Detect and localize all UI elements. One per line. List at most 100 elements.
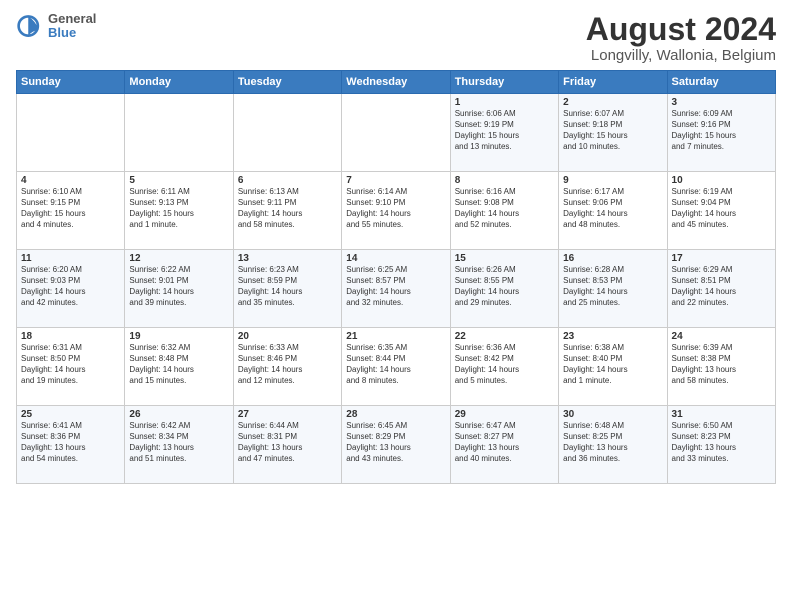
calendar-cell: 15Sunrise: 6:26 AM Sunset: 8:55 PM Dayli…: [450, 250, 558, 328]
day-info: Sunrise: 6:07 AM Sunset: 9:18 PM Dayligh…: [563, 109, 662, 152]
logo-line1: General: [48, 12, 96, 26]
header-day-monday: Monday: [125, 71, 233, 94]
calendar-cell: 28Sunrise: 6:45 AM Sunset: 8:29 PM Dayli…: [342, 406, 450, 484]
calendar-cell: 20Sunrise: 6:33 AM Sunset: 8:46 PM Dayli…: [233, 328, 341, 406]
calendar-cell: 30Sunrise: 6:48 AM Sunset: 8:25 PM Dayli…: [559, 406, 667, 484]
day-info: Sunrise: 6:06 AM Sunset: 9:19 PM Dayligh…: [455, 109, 554, 152]
header-day-saturday: Saturday: [667, 71, 775, 94]
day-info: Sunrise: 6:13 AM Sunset: 9:11 PM Dayligh…: [238, 187, 337, 230]
day-info: Sunrise: 6:11 AM Sunset: 9:13 PM Dayligh…: [129, 187, 228, 230]
calendar-body: 1Sunrise: 6:06 AM Sunset: 9:19 PM Daylig…: [17, 94, 776, 484]
calendar-title: August 2024: [586, 12, 776, 47]
day-number: 26: [129, 409, 228, 420]
day-info: Sunrise: 6:10 AM Sunset: 9:15 PM Dayligh…: [21, 187, 120, 230]
week-row-2: 4Sunrise: 6:10 AM Sunset: 9:15 PM Daylig…: [17, 172, 776, 250]
day-info: Sunrise: 6:36 AM Sunset: 8:42 PM Dayligh…: [455, 343, 554, 386]
calendar-cell: [17, 94, 125, 172]
day-info: Sunrise: 6:41 AM Sunset: 8:36 PM Dayligh…: [21, 421, 120, 464]
day-info: Sunrise: 6:23 AM Sunset: 8:59 PM Dayligh…: [238, 265, 337, 308]
day-number: 30: [563, 409, 662, 420]
day-number: 1: [455, 97, 554, 108]
title-block: August 2024 Longvilly, Wallonia, Belgium: [586, 12, 776, 64]
week-row-3: 11Sunrise: 6:20 AM Sunset: 9:03 PM Dayli…: [17, 250, 776, 328]
day-number: 11: [21, 253, 120, 264]
day-info: Sunrise: 6:50 AM Sunset: 8:23 PM Dayligh…: [672, 421, 771, 464]
calendar-cell: 17Sunrise: 6:29 AM Sunset: 8:51 PM Dayli…: [667, 250, 775, 328]
calendar-cell: 9Sunrise: 6:17 AM Sunset: 9:06 PM Daylig…: [559, 172, 667, 250]
calendar-cell: 21Sunrise: 6:35 AM Sunset: 8:44 PM Dayli…: [342, 328, 450, 406]
day-info: Sunrise: 6:31 AM Sunset: 8:50 PM Dayligh…: [21, 343, 120, 386]
day-info: Sunrise: 6:33 AM Sunset: 8:46 PM Dayligh…: [238, 343, 337, 386]
day-info: Sunrise: 6:38 AM Sunset: 8:40 PM Dayligh…: [563, 343, 662, 386]
calendar-cell: 7Sunrise: 6:14 AM Sunset: 9:10 PM Daylig…: [342, 172, 450, 250]
day-info: Sunrise: 6:44 AM Sunset: 8:31 PM Dayligh…: [238, 421, 337, 464]
calendar-cell: 12Sunrise: 6:22 AM Sunset: 9:01 PM Dayli…: [125, 250, 233, 328]
week-row-1: 1Sunrise: 6:06 AM Sunset: 9:19 PM Daylig…: [17, 94, 776, 172]
day-info: Sunrise: 6:28 AM Sunset: 8:53 PM Dayligh…: [563, 265, 662, 308]
calendar-cell: 16Sunrise: 6:28 AM Sunset: 8:53 PM Dayli…: [559, 250, 667, 328]
header-day-sunday: Sunday: [17, 71, 125, 94]
day-number: 5: [129, 175, 228, 186]
day-info: Sunrise: 6:09 AM Sunset: 9:16 PM Dayligh…: [672, 109, 771, 152]
day-number: 25: [21, 409, 120, 420]
week-row-4: 18Sunrise: 6:31 AM Sunset: 8:50 PM Dayli…: [17, 328, 776, 406]
day-number: 15: [455, 253, 554, 264]
day-info: Sunrise: 6:39 AM Sunset: 8:38 PM Dayligh…: [672, 343, 771, 386]
day-info: Sunrise: 6:47 AM Sunset: 8:27 PM Dayligh…: [455, 421, 554, 464]
day-info: Sunrise: 6:32 AM Sunset: 8:48 PM Dayligh…: [129, 343, 228, 386]
day-info: Sunrise: 6:29 AM Sunset: 8:51 PM Dayligh…: [672, 265, 771, 308]
calendar-cell: 18Sunrise: 6:31 AM Sunset: 8:50 PM Dayli…: [17, 328, 125, 406]
calendar-thead: SundayMondayTuesdayWednesdayThursdayFrid…: [17, 71, 776, 94]
calendar-cell: 13Sunrise: 6:23 AM Sunset: 8:59 PM Dayli…: [233, 250, 341, 328]
calendar-cell: 5Sunrise: 6:11 AM Sunset: 9:13 PM Daylig…: [125, 172, 233, 250]
page-container: General Blue August 2024 Longvilly, Wall…: [0, 0, 792, 492]
day-info: Sunrise: 6:16 AM Sunset: 9:08 PM Dayligh…: [455, 187, 554, 230]
day-number: 2: [563, 97, 662, 108]
calendar-cell: 2Sunrise: 6:07 AM Sunset: 9:18 PM Daylig…: [559, 94, 667, 172]
day-info: Sunrise: 6:22 AM Sunset: 9:01 PM Dayligh…: [129, 265, 228, 308]
day-info: Sunrise: 6:45 AM Sunset: 8:29 PM Dayligh…: [346, 421, 445, 464]
calendar-cell: 10Sunrise: 6:19 AM Sunset: 9:04 PM Dayli…: [667, 172, 775, 250]
day-number: 24: [672, 331, 771, 342]
day-number: 4: [21, 175, 120, 186]
day-number: 17: [672, 253, 771, 264]
day-info: Sunrise: 6:14 AM Sunset: 9:10 PM Dayligh…: [346, 187, 445, 230]
calendar-cell: [233, 94, 341, 172]
day-number: 22: [455, 331, 554, 342]
calendar-cell: 31Sunrise: 6:50 AM Sunset: 8:23 PM Dayli…: [667, 406, 775, 484]
header-day-thursday: Thursday: [450, 71, 558, 94]
calendar-cell: 8Sunrise: 6:16 AM Sunset: 9:08 PM Daylig…: [450, 172, 558, 250]
logo-icon: [16, 12, 44, 40]
day-info: Sunrise: 6:25 AM Sunset: 8:57 PM Dayligh…: [346, 265, 445, 308]
logo: General Blue: [16, 12, 96, 41]
header-day-tuesday: Tuesday: [233, 71, 341, 94]
calendar-cell: 4Sunrise: 6:10 AM Sunset: 9:15 PM Daylig…: [17, 172, 125, 250]
calendar-cell: 27Sunrise: 6:44 AM Sunset: 8:31 PM Dayli…: [233, 406, 341, 484]
calendar-cell: 29Sunrise: 6:47 AM Sunset: 8:27 PM Dayli…: [450, 406, 558, 484]
calendar-cell: 26Sunrise: 6:42 AM Sunset: 8:34 PM Dayli…: [125, 406, 233, 484]
day-info: Sunrise: 6:20 AM Sunset: 9:03 PM Dayligh…: [21, 265, 120, 308]
day-info: Sunrise: 6:42 AM Sunset: 8:34 PM Dayligh…: [129, 421, 228, 464]
logo-line2: Blue: [48, 26, 96, 40]
day-info: Sunrise: 6:26 AM Sunset: 8:55 PM Dayligh…: [455, 265, 554, 308]
calendar-cell: 19Sunrise: 6:32 AM Sunset: 8:48 PM Dayli…: [125, 328, 233, 406]
day-number: 29: [455, 409, 554, 420]
calendar-cell: 25Sunrise: 6:41 AM Sunset: 8:36 PM Dayli…: [17, 406, 125, 484]
header-day-wednesday: Wednesday: [342, 71, 450, 94]
week-row-5: 25Sunrise: 6:41 AM Sunset: 8:36 PM Dayli…: [17, 406, 776, 484]
day-number: 27: [238, 409, 337, 420]
calendar-cell: 6Sunrise: 6:13 AM Sunset: 9:11 PM Daylig…: [233, 172, 341, 250]
day-info: Sunrise: 6:35 AM Sunset: 8:44 PM Dayligh…: [346, 343, 445, 386]
header-row: General Blue August 2024 Longvilly, Wall…: [16, 12, 776, 64]
day-number: 18: [21, 331, 120, 342]
day-number: 20: [238, 331, 337, 342]
calendar-cell: 23Sunrise: 6:38 AM Sunset: 8:40 PM Dayli…: [559, 328, 667, 406]
calendar-table: SundayMondayTuesdayWednesdayThursdayFrid…: [16, 70, 776, 484]
day-number: 23: [563, 331, 662, 342]
calendar-cell: 1Sunrise: 6:06 AM Sunset: 9:19 PM Daylig…: [450, 94, 558, 172]
calendar-cell: 14Sunrise: 6:25 AM Sunset: 8:57 PM Dayli…: [342, 250, 450, 328]
logo-text: General Blue: [48, 12, 96, 41]
calendar-cell: [342, 94, 450, 172]
calendar-cell: [125, 94, 233, 172]
day-number: 28: [346, 409, 445, 420]
